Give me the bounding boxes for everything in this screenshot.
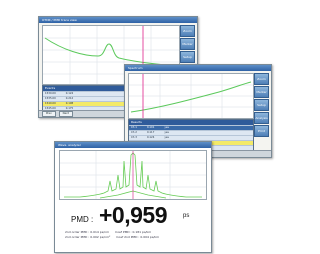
spectrum-side-toolbar: Zoom Marker Setup Analysis Print	[254, 73, 269, 137]
marker-button[interactable]: Marker	[180, 38, 195, 50]
pmd-unit: ps	[183, 213, 190, 219]
setup-button[interactable]: Setup	[180, 51, 195, 63]
pmd-window: Wave. analyzer PMD : +0,959 ps 2nd order…	[54, 141, 212, 253]
pmd-details: 2nd order PMD : 0.014 ps/nm Coef PMD : 0.…	[65, 230, 201, 240]
prev-button[interactable]: Prev	[42, 111, 56, 117]
zoom-button[interactable]: Zoom	[254, 73, 269, 85]
spectrum-window-titlebar: Spectrum	[125, 65, 271, 71]
trace-window-titlebar: OTDR / PMD trace view	[39, 17, 197, 23]
marker-button[interactable]: Marker	[254, 86, 269, 98]
pmd-spectrum-svg	[60, 151, 206, 199]
spectrum-plot[interactable]	[128, 73, 254, 119]
spectrum-curve-svg	[129, 74, 253, 118]
pmd-result: PMD : +0,959 ps	[55, 202, 211, 228]
next-button[interactable]: Next	[58, 111, 73, 117]
pmd-detail-row: 2nd order PMD : 0.002 ps/nm² Coef 2nd PMD…	[65, 235, 160, 239]
pmd-spectrum-plot[interactable]	[59, 150, 207, 200]
pmd-window-titlebar: Wave. analyzer	[55, 142, 211, 148]
pmd-value: +0,959	[99, 202, 168, 228]
setup-button[interactable]: Setup	[254, 99, 269, 111]
zoom-button[interactable]: Zoom	[180, 25, 195, 37]
print-button[interactable]: Print	[254, 125, 269, 137]
pmd-label: PMD :	[71, 215, 94, 224]
analysis-button[interactable]: Analysis	[254, 112, 269, 124]
